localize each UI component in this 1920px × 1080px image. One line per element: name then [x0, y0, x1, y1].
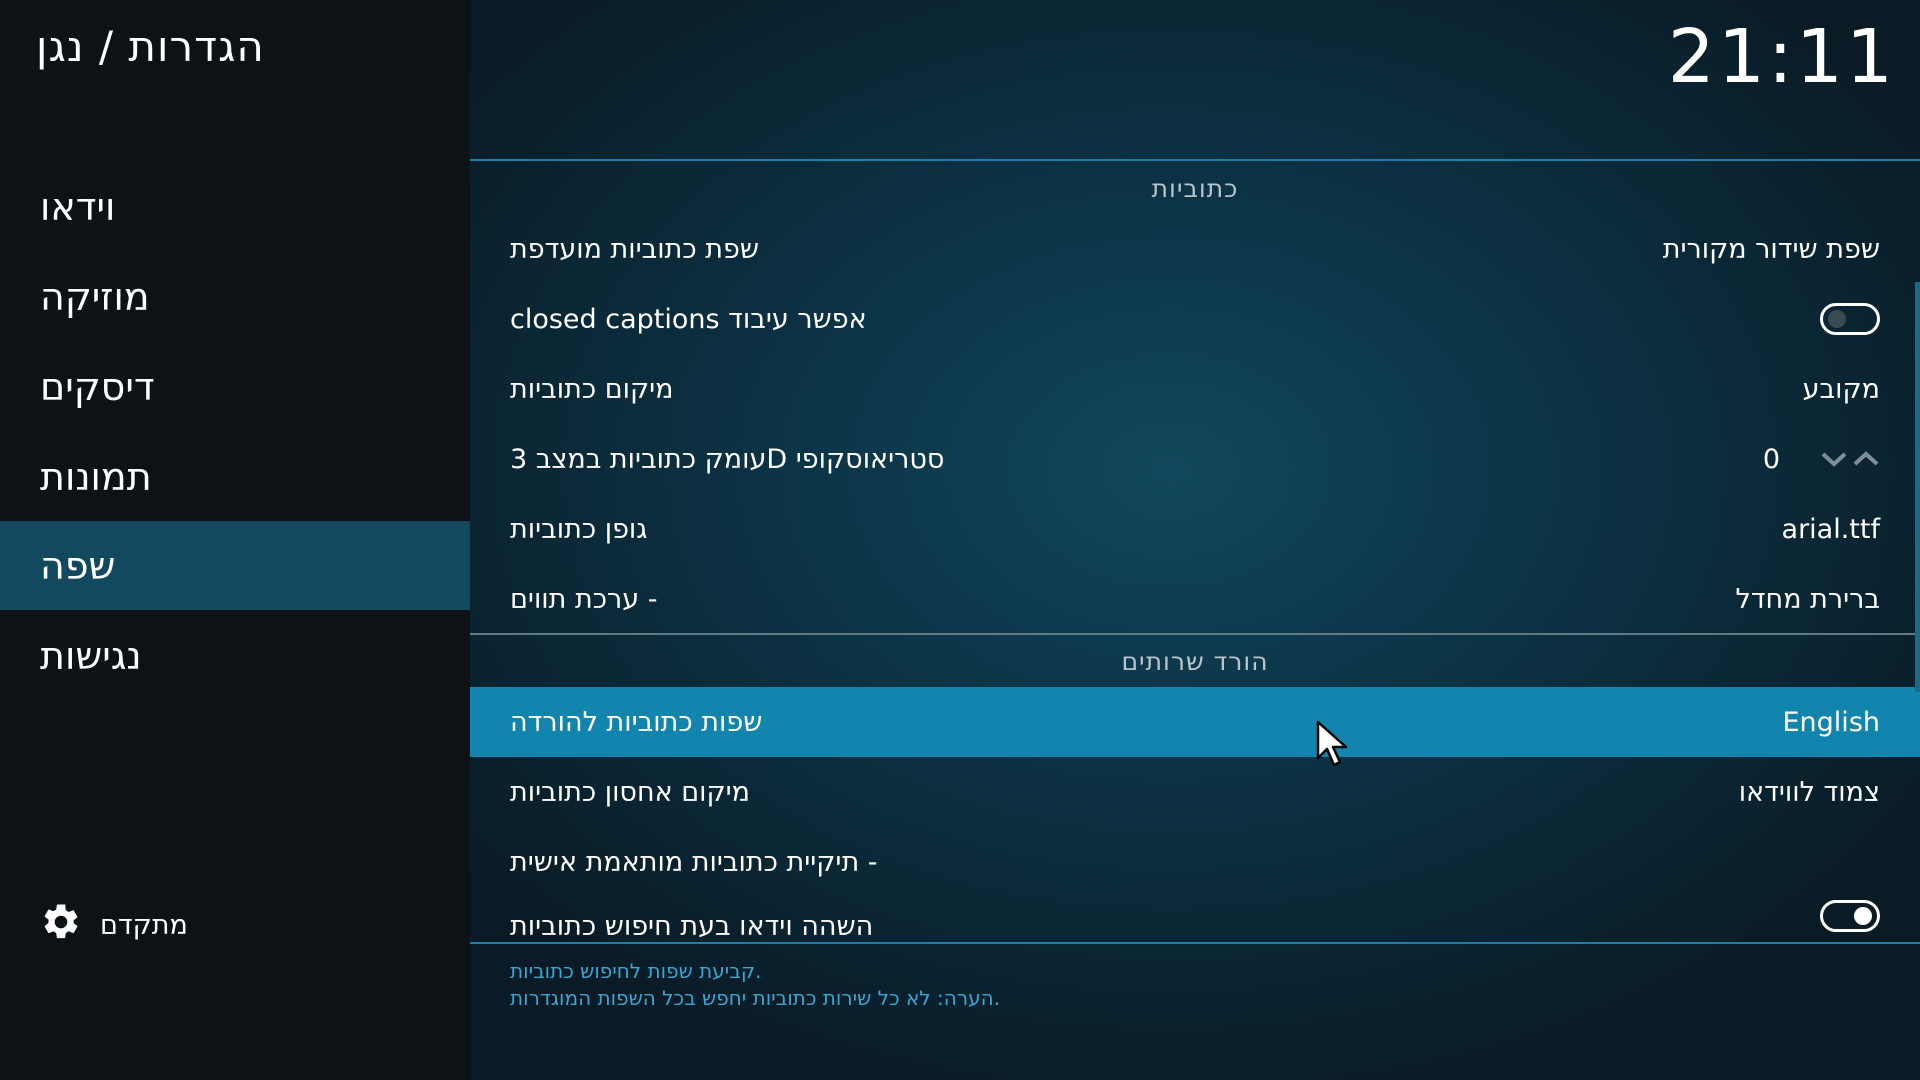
setting-label: מיקום כתוביות: [510, 373, 674, 405]
setting-subtitle-storage-location[interactable]: מיקום אחסון כתוביות צמוד לווידאו: [470, 757, 1920, 827]
help-line-2: הערה: לא כל שירות כתוביות יחפש בכל השפות…: [510, 986, 1001, 1010]
setting-value: ברירת מחדל: [1735, 583, 1880, 615]
setting-label: תיקיית כתוביות מותאמת אישית -: [510, 846, 878, 878]
sidebar-item-accessibility[interactable]: נגישות: [0, 611, 470, 700]
setting-value: 0: [1762, 443, 1780, 475]
gear-icon: [40, 901, 82, 950]
setting-label: מיקום אחסון כתוביות: [510, 776, 751, 808]
pause-video-toggle[interactable]: [1820, 900, 1880, 932]
setting-subtitle-position[interactable]: מיקום כתוביות מקובע: [470, 354, 1920, 424]
toggle-knob: [1828, 310, 1846, 328]
help-text: קביעת שפות לחיפוש כתוביות. הערה: לא כל ש…: [510, 958, 1000, 1012]
setting-label: closed captions אפשר עיבוד: [510, 303, 867, 335]
sidebar-item-music[interactable]: מוזיקה: [0, 252, 470, 341]
setting-label: ערכת תווים -: [510, 583, 658, 615]
setting-label: גופן כתוביות: [510, 513, 648, 545]
depth-spinner[interactable]: 0: [1763, 444, 1880, 475]
spinner-arrows: [1820, 449, 1880, 469]
section-title-subtitles: כתוביות: [1151, 174, 1239, 203]
bottom-divider: [470, 942, 1920, 944]
setting-value: arial.ttf: [1781, 513, 1880, 545]
mouse-pointer-icon: [1316, 720, 1348, 767]
setting-preferred-subtitle-language[interactable]: שפת כתוביות מועדפת שפת שידור מקורית: [470, 214, 1920, 284]
setting-subtitle-font[interactable]: גופן כתוביות arial.ttf: [470, 494, 1920, 564]
setting-label: עומק כתוביות במצב 3D סטריאוסקופי: [510, 443, 945, 475]
setting-label: שפת כתוביות מועדפת: [510, 233, 759, 265]
setting-value: English: [1782, 706, 1881, 738]
top-divider: [470, 159, 1920, 161]
chevron-down-icon[interactable]: [1820, 449, 1848, 469]
setting-download-subtitle-languages[interactable]: שפות כתוביות להורדה English: [470, 687, 1920, 757]
advanced-settings-button[interactable]: מתקדם: [40, 902, 188, 948]
sidebar-item-video[interactable]: וידאו: [0, 162, 470, 251]
settings-panel: 21:11 כתוביות שפת כתוביות מועדפת שפת שיד…: [470, 0, 1920, 1080]
setting-closed-captions[interactable]: closed captions אפשר עיבוד: [470, 284, 1920, 354]
page-title: הגדרות / נגן: [36, 22, 265, 71]
setting-label: השהה וידאו בעת חיפוש כתוביות: [510, 911, 874, 942]
closed-captions-toggle[interactable]: [1820, 303, 1880, 335]
sidebar-item-discs[interactable]: דיסקים: [0, 342, 470, 431]
section-title-download-services: הורד שרותים: [1121, 647, 1269, 676]
chevron-up-icon[interactable]: [1852, 449, 1880, 469]
toggle-knob: [1854, 907, 1872, 925]
sidebar-item-language[interactable]: שפה: [0, 521, 470, 610]
setting-pause-video-on-search[interactable]: השהה וידאו בעת חיפוש כתוביות: [470, 896, 1920, 942]
setting-charset[interactable]: ערכת תווים - ברירת מחדל: [470, 564, 1920, 634]
setting-subtitle-3d-depth[interactable]: עומק כתוביות במצב 3D סטריאוסקופי 0: [470, 424, 1920, 494]
advanced-label: מתקדם: [100, 909, 188, 941]
setting-label: שפות כתוביות להורדה: [510, 706, 763, 738]
kodi-settings-screen: הגדרות / נגן וידאו מוזיקה דיסקים תמונות …: [0, 0, 1920, 1080]
setting-value: צמוד לווידאו: [1738, 776, 1880, 808]
setting-value: שפת שידור מקורית: [1662, 233, 1880, 265]
sidebar-item-pictures[interactable]: תמונות: [0, 432, 470, 521]
setting-custom-subtitle-folder[interactable]: תיקיית כתוביות מותאמת אישית -: [470, 827, 1920, 897]
sidebar: הגדרות / נגן וידאו מוזיקה דיסקים תמונות …: [0, 0, 470, 1080]
clock: 21:11: [1667, 14, 1896, 100]
scrollbar[interactable]: [1915, 282, 1920, 692]
help-line-1: קביעת שפות לחיפוש כתוביות.: [510, 959, 762, 983]
setting-value: מקובע: [1802, 373, 1880, 405]
section-divider: [470, 633, 1920, 635]
